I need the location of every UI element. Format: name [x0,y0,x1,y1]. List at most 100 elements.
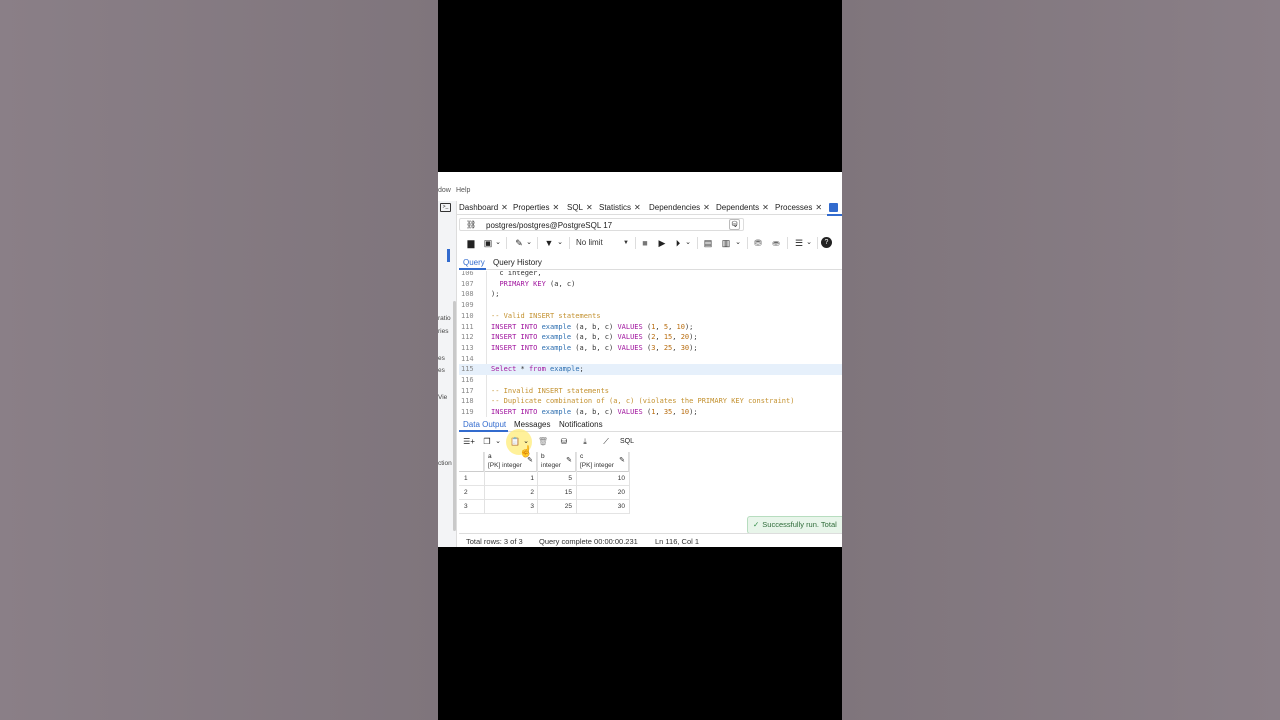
chevron-down-icon[interactable]: ⌄ [684,236,692,250]
rollback-icon[interactable]: ⛂ [770,236,782,250]
cell-b[interactable]: 5 [537,475,572,482]
close-icon[interactable]: ✕ [586,203,593,212]
stop-icon[interactable]: ■ [639,236,651,250]
close-icon[interactable]: ✕ [815,203,822,212]
execute-options-icon[interactable]: ⏵ [672,236,684,250]
editor-line[interactable]: 113 INSERT INTO example (a, b, c) VALUES … [459,343,842,354]
code-text[interactable]: Select * from example; [491,364,584,375]
cell-a[interactable]: 3 [484,503,534,510]
cell-c[interactable]: 30 [576,503,625,510]
cell-b[interactable]: 15 [537,489,572,496]
filter-icon[interactable]: ▼ [543,236,555,250]
close-icon[interactable]: ✕ [501,203,508,212]
cell-b[interactable]: 25 [537,503,572,510]
column-header-b[interactable]: b integer ✎ [537,452,576,472]
tab-query-history[interactable]: Query History [493,258,542,267]
code-text[interactable]: c integer, [491,271,541,279]
close-icon[interactable]: ✕ [762,203,769,212]
column-header-c[interactable]: c [PK] integer ✎ [576,452,629,472]
delete-icon[interactable]: 🗑 [537,435,549,448]
editor-line[interactable]: 118 -- Duplicate combination of (a, c) (v… [459,396,842,407]
code-text[interactable]: -- Valid INSERT statements [491,311,601,322]
editor-line[interactable]: 115 Select * from example; [459,364,842,375]
cell-c[interactable]: 20 [576,489,625,496]
close-icon[interactable]: ✕ [703,203,710,212]
save-data-icon[interactable]: ⛁ [558,435,570,448]
tab-dependents[interactable]: Dependents ✕ [716,203,769,212]
tree-item-fragment[interactable]: Vie [438,394,447,401]
editor-line[interactable]: 108); [459,289,842,300]
chevron-down-icon[interactable]: ⌄ [556,236,564,250]
column-header-a[interactable]: a [PK] integer ✎ [484,452,537,472]
code-text[interactable]: ); [491,289,499,300]
tree-item-fragment[interactable]: es [438,355,445,362]
explain-icon[interactable]: ▤ [702,236,714,250]
code-text[interactable]: INSERT INTO example (a, b, c) VALUES (2,… [491,332,698,343]
editor-line[interactable]: 117 -- Invalid INSERT statements [459,386,842,397]
tab-notifications[interactable]: Notifications [559,420,603,429]
macros-icon[interactable]: ☰ [793,236,805,250]
new-connection-icon[interactable]: ⛁ [729,219,740,230]
open-file-icon[interactable]: ▆ [465,236,477,250]
edit-icon[interactable]: ✎ [512,236,526,250]
help-icon[interactable]: ? [821,237,832,248]
code-text[interactable]: INSERT INTO example (a, b, c) VALUES (1,… [491,407,698,417]
copy-icon[interactable]: ❐ [481,435,493,448]
editor-line[interactable]: 114 [459,354,842,365]
chevron-down-icon[interactable]: ⌄ [494,236,502,250]
chevron-down-icon[interactable]: ⌄ [805,236,813,250]
tab-messages[interactable]: Messages [514,420,550,429]
limit-select[interactable]: No limit ▼ [576,236,632,250]
tab-data-output[interactable]: Data Output [463,420,506,429]
success-toast[interactable]: ✓ Successfully run. Total [747,516,842,534]
query-tool-tab-icon[interactable] [829,203,838,212]
save-icon[interactable]: ▣ [482,236,494,250]
code-text[interactable]: INSERT INTO example (a, b, c) VALUES (3,… [491,343,698,354]
tab-processes[interactable]: Processes ✕ [775,203,822,212]
cell-a[interactable]: 2 [484,489,534,496]
editor-line[interactable]: 109 [459,300,842,311]
editor-line[interactable]: 112 INSERT INTO example (a, b, c) VALUES … [459,332,842,343]
commit-icon[interactable]: ⛃ [752,236,764,250]
pencil-icon[interactable]: ✎ [566,456,572,464]
tab-sql[interactable]: SQL ✕ [567,203,593,212]
tab-properties[interactable]: Properties ✕ [513,203,559,212]
menu-help[interactable]: Help [456,187,470,194]
execute-icon[interactable]: ▶ [656,236,668,250]
code-text[interactable]: -- Duplicate combination of (a, c) (viol… [491,396,794,407]
tree-item-fragment[interactable]: ries [438,328,448,335]
sql-button[interactable]: SQL [619,435,635,448]
pencil-icon[interactable]: ✎ [527,456,533,464]
connection-selector[interactable]: ⛓ postgres/postgres@PostgreSQL 17 ⌄ [459,218,744,231]
code-text[interactable]: PRIMARY KEY (a, c) [491,279,575,290]
chevron-down-icon[interactable]: ⌄ [734,236,742,250]
cell-c[interactable]: 10 [576,475,625,482]
download-icon[interactable]: ⤓ [579,435,591,448]
psql-tool-icon[interactable]: >_ [440,203,451,212]
pencil-icon[interactable]: ✎ [619,456,625,464]
editor-line[interactable]: 106 c integer, [459,271,842,279]
cell-a[interactable]: 1 [484,475,534,482]
add-row-icon[interactable]: ☰+ [462,435,476,448]
tab-statistics[interactable]: Statistics ✕ [599,203,641,212]
tree-scrollbar[interactable] [453,301,456,531]
tree-item-fragment[interactable]: es [438,367,445,374]
editor-line[interactable]: 111 INSERT INTO example (a, b, c) VALUES … [459,322,842,333]
close-icon[interactable]: ✕ [552,203,559,212]
tab-query[interactable]: Query [463,258,485,267]
editor-line[interactable]: 119 INSERT INTO example (a, b, c) VALUES … [459,407,842,417]
tab-dependencies[interactable]: Dependencies ✕ [649,203,710,212]
tab-dashboard[interactable]: Dashboard ✕ [459,203,508,212]
editor-line[interactable]: 116 [459,375,842,386]
editor-line[interactable]: 110 -- Valid INSERT statements [459,311,842,322]
chevron-down-icon[interactable]: ⌄ [494,435,502,448]
code-text[interactable]: -- Invalid INSERT statements [491,386,609,397]
code-text[interactable]: INSERT INTO example (a, b, c) VALUES (1,… [491,322,693,333]
tree-item-fragment[interactable]: ction [438,460,452,467]
sql-editor[interactable]: 106 c integer, 107 PRIMARY KEY (a, c) 108)… [459,271,842,417]
tree-item-fragment[interactable]: ratio [438,315,451,322]
graph-icon[interactable]: ⟋ [600,435,612,448]
menu-window[interactable]: dow [438,187,451,194]
close-icon[interactable]: ✕ [634,203,641,212]
editor-line[interactable]: 107 PRIMARY KEY (a, c) [459,279,842,290]
